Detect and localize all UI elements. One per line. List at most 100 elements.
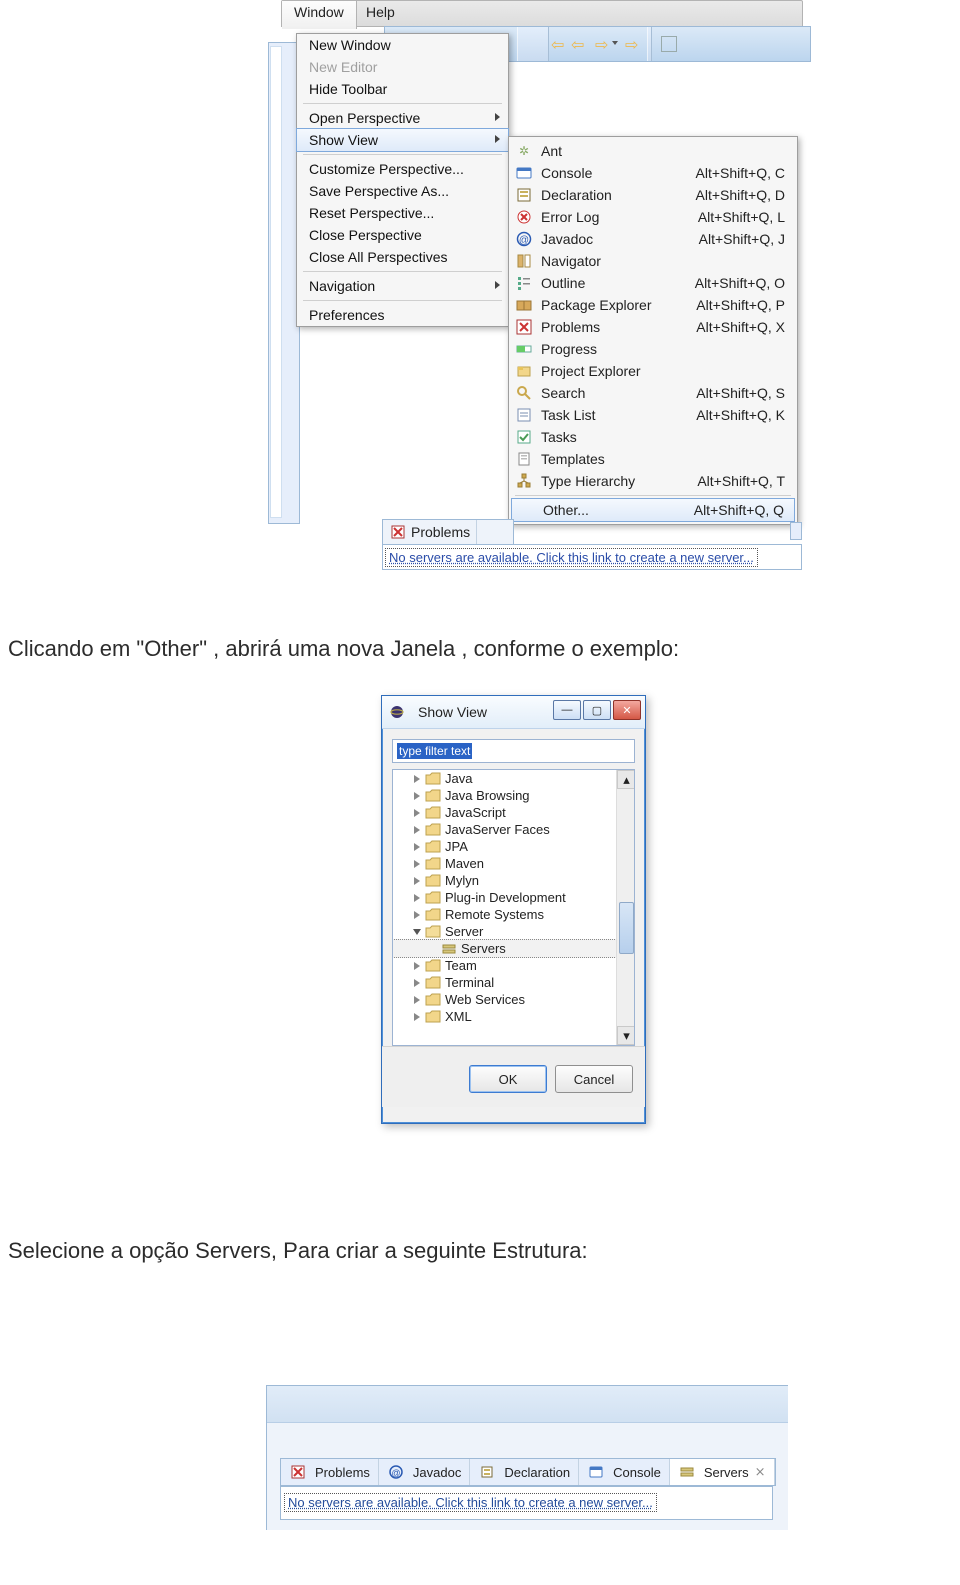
tree-node-mylyn[interactable]: Mylyn xyxy=(393,872,634,889)
tab-console[interactable]: Console xyxy=(579,1459,670,1485)
folder-icon xyxy=(425,908,441,922)
tree-node-jpa[interactable]: JPA xyxy=(393,838,634,855)
submenu-item-navigator[interactable]: Navigator xyxy=(509,250,797,272)
menu-item-reset-perspective[interactable]: Reset Perspective... xyxy=(297,202,508,224)
toolbar-square-icon[interactable] xyxy=(661,36,677,52)
submenu-item-task-list[interactable]: Task ListAlt+Shift+Q, K xyxy=(509,404,797,426)
tree-node-terminal[interactable]: Terminal xyxy=(393,974,634,991)
tree-twist-icon[interactable] xyxy=(411,926,423,938)
tree-node-remote-systems[interactable]: Remote Systems xyxy=(393,906,634,923)
menu-help[interactable]: Help xyxy=(354,1,407,29)
tree-node-javaserver-faces[interactable]: JavaServer Faces xyxy=(393,821,634,838)
tree-twist-icon[interactable] xyxy=(411,875,423,887)
submenu-item-javadoc[interactable]: @JavadocAlt+Shift+Q, J xyxy=(509,228,797,250)
submenu-item-tasks[interactable]: Tasks xyxy=(509,426,797,448)
tree-node-server[interactable]: Server xyxy=(393,923,634,940)
scrollbar-vertical[interactable]: ▴ ▾ xyxy=(616,770,634,1045)
submenu-item-ant[interactable]: ✲Ant xyxy=(509,140,797,162)
svg-text:@: @ xyxy=(391,1468,400,1478)
submenu-item-progress[interactable]: Progress xyxy=(509,338,797,360)
folder-icon xyxy=(425,993,441,1007)
menu-item-navigation[interactable]: Navigation xyxy=(297,275,508,297)
views-tab-bar: Problems @ Java xyxy=(382,519,514,545)
menu-item-close-perspective[interactable]: Close Perspective xyxy=(297,224,508,246)
tree-node-label: Mylyn xyxy=(445,873,479,888)
tree-node-java-browsing[interactable]: Java Browsing xyxy=(393,787,634,804)
tree-twist-icon[interactable] xyxy=(411,1011,423,1023)
tree-twist-icon[interactable] xyxy=(411,858,423,870)
navigator-icon xyxy=(515,252,533,270)
tab-problems[interactable]: Problems xyxy=(383,520,477,544)
toolbar-button[interactable] xyxy=(517,27,549,61)
tree-twist-icon[interactable] xyxy=(411,892,423,904)
menu-item-preferences[interactable]: Preferences xyxy=(297,304,508,326)
tree-node-team[interactable]: Team xyxy=(393,957,634,974)
submenu-item-error-log[interactable]: Error LogAlt+Shift+Q, L xyxy=(509,206,797,228)
close-tab-icon[interactable]: ⨯ xyxy=(755,1464,766,1480)
submenu-item-templates[interactable]: Templates xyxy=(509,448,797,470)
tab-problems[interactable]: Problems xyxy=(281,1459,379,1485)
tree-node-java[interactable]: Java xyxy=(393,770,634,787)
tree-node-servers[interactable]: Servers xyxy=(392,939,635,958)
submenu-item-other[interactable]: Other...Alt+Shift+Q, Q xyxy=(511,498,795,522)
tree-twist-icon[interactable] xyxy=(411,960,423,972)
tree-twist-icon[interactable] xyxy=(411,824,423,836)
submenu-item-console[interactable]: ConsoleAlt+Shift+Q, C xyxy=(509,162,797,184)
tree-node-label: Maven xyxy=(445,856,484,871)
nav-back-extra-icon[interactable]: ⇦ xyxy=(551,35,569,53)
menu-item-open-perspective[interactable]: Open Perspective xyxy=(297,107,508,129)
ok-button[interactable]: OK xyxy=(469,1065,547,1093)
menu-item-new-window[interactable]: New Window xyxy=(297,34,508,56)
tree-node-plug-in-development[interactable]: Plug-in Development xyxy=(393,889,634,906)
dropdown-arrow-icon[interactable] xyxy=(612,41,618,45)
tree-twist-icon[interactable] xyxy=(411,909,423,921)
nav-back-icon[interactable]: ⇦ xyxy=(571,35,589,53)
tab-declaration[interactable]: Declaration xyxy=(470,1459,579,1485)
submenu-item-package-explorer[interactable]: Package ExplorerAlt+Shift+Q, P xyxy=(509,294,797,316)
tab-javadoc[interactable]: @ Javadoc xyxy=(379,1459,470,1485)
view-tree[interactable]: JavaJava BrowsingJavaScriptJavaServer Fa… xyxy=(392,769,635,1046)
menu-item-save-perspective-as[interactable]: Save Perspective As... xyxy=(297,180,508,202)
scroll-up-button[interactable]: ▴ xyxy=(617,770,635,789)
window-maximize-button[interactable]: ▢ xyxy=(583,700,611,720)
menu-item-close-all-perspectives[interactable]: Close All Perspectives xyxy=(297,246,508,268)
nav-forward-extra-icon[interactable]: ⇨ xyxy=(625,35,643,53)
scroll-down-button[interactable]: ▾ xyxy=(617,1026,635,1045)
window-close-button[interactable]: ✕ xyxy=(613,700,641,720)
menu-window[interactable]: Window xyxy=(282,1,357,29)
tree-twist-icon[interactable] xyxy=(411,790,423,802)
submenu-item-outline[interactable]: OutlineAlt+Shift+Q, O xyxy=(509,272,797,294)
submenu-item-type-hierarchy[interactable]: Type HierarchyAlt+Shift+Q, T xyxy=(509,470,797,492)
folder-icon xyxy=(425,925,441,939)
tab-servers[interactable]: Servers ⨯ xyxy=(670,1459,775,1485)
menu-item-hide-toolbar[interactable]: Hide Toolbar xyxy=(297,78,508,100)
console-icon xyxy=(515,164,533,182)
templates-icon xyxy=(515,450,533,468)
tree-twist-icon[interactable] xyxy=(411,807,423,819)
submenu-item-declaration[interactable]: DeclarationAlt+Shift+Q, D xyxy=(509,184,797,206)
tree-twist-icon[interactable] xyxy=(411,773,423,785)
submenu-item-shortcut: Alt+Shift+Q, X xyxy=(696,319,785,335)
submenu-item-problems[interactable]: ProblemsAlt+Shift+Q, X xyxy=(509,316,797,338)
window-minimize-button[interactable]: — xyxy=(553,700,581,720)
tree-twist-icon[interactable] xyxy=(411,994,423,1006)
create-server-link[interactable]: No servers are available. Click this lin… xyxy=(385,548,758,567)
tree-node-maven[interactable]: Maven xyxy=(393,855,634,872)
tree-twist-icon[interactable] xyxy=(411,841,423,853)
filter-input[interactable]: type filter text xyxy=(392,739,635,763)
submenu-item-project-explorer[interactable]: Project Explorer xyxy=(509,360,797,382)
submenu-item-search[interactable]: SearchAlt+Shift+Q, S xyxy=(509,382,797,404)
menu-item-customize-perspective[interactable]: Customize Perspective... xyxy=(297,158,508,180)
problems-icon xyxy=(515,318,533,336)
scroll-thumb[interactable] xyxy=(619,902,634,954)
menu-item-show-view[interactable]: Show View xyxy=(296,128,509,152)
left-editor-gutter xyxy=(270,46,282,518)
tree-twist-icon[interactable] xyxy=(411,977,423,989)
tree-node-xml[interactable]: XML xyxy=(393,1008,634,1025)
nav-forward-icon[interactable]: ⇨ xyxy=(595,35,613,53)
cancel-button[interactable]: Cancel xyxy=(555,1065,633,1093)
tree-node-javascript[interactable]: JavaScript xyxy=(393,804,634,821)
submenu-item-shortcut: Alt+Shift+Q, C xyxy=(696,165,785,181)
create-server-link-bottom[interactable]: No servers are available. Click this lin… xyxy=(284,1493,657,1512)
tree-node-web-services[interactable]: Web Services xyxy=(393,991,634,1008)
